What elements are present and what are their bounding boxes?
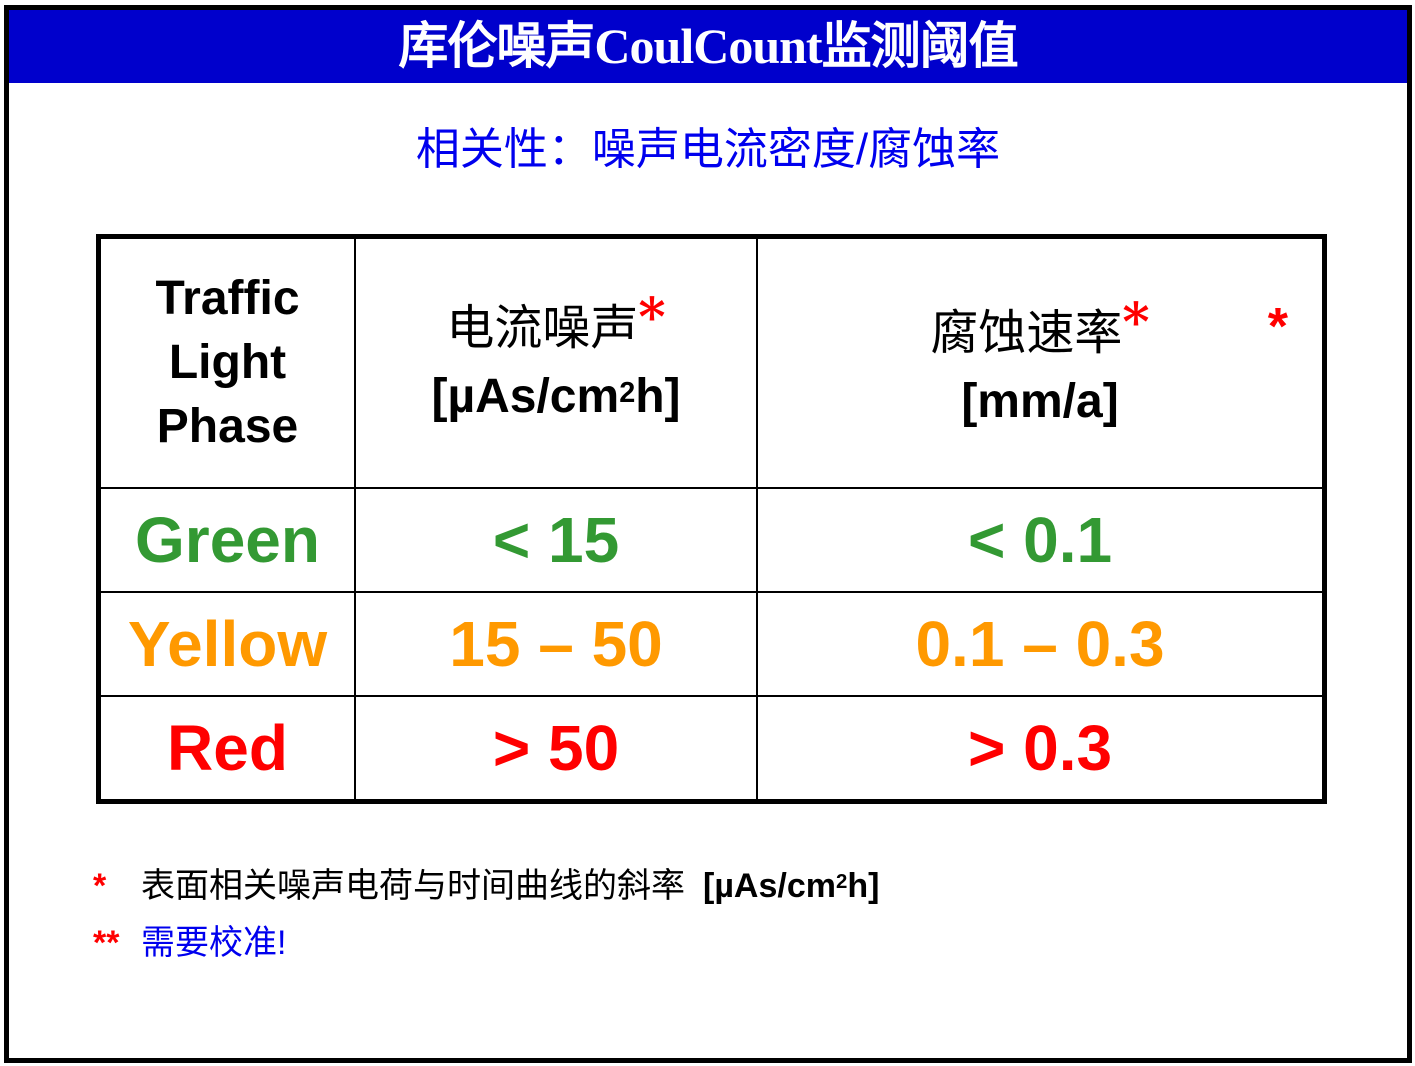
corrosion-threshold-yellow: 0.1 – 0.3 [756,591,1326,697]
header-corrosion-rate: 腐蚀速率* [mm/a] * [756,235,1326,489]
noise-threshold-yellow: 15 – 50 [354,591,758,697]
corrosion-threshold-red: > 0.3 [756,695,1326,803]
phase-green: Green [97,487,356,593]
footnote-2-text: 需要校准! [141,924,287,962]
noise-threshold-green: < 15 [354,487,758,593]
header-line: Light [168,336,287,389]
footnote-2: ** 需要校准! [93,920,286,966]
table-row-yellow: Yellow 15 – 50 0.1 – 0.3 [97,591,1326,697]
slide-subtitle: 相关性：噪声电流密度/腐蚀率 [415,125,1001,174]
table-row-green: Green < 15 < 0.1 [97,487,1326,593]
footnote-1-unit: [µAs/cm2h] [703,867,880,905]
footnote-marker: * [1122,292,1150,353]
slide-frame: 库伦噪声CoulCount监测阈值 相关性：噪声电流密度/腐蚀率 Traffic… [4,5,1412,1063]
footnote-1-text: 表面相关噪声电荷与时间曲线的斜率 [141,867,685,905]
table-row-red: Red > 50 > 0.3 [97,695,1326,803]
footnote-2-marker: ** [93,924,120,962]
corrosion-threshold-green: < 0.1 [756,487,1326,593]
noise-threshold-red: > 50 [354,695,758,803]
header-current-noise: 电流噪声* [µAs/cm2h] [354,235,758,489]
header-traffic-light-phase: Traffic Light Phase [97,235,356,489]
header-line: Traffic [155,272,300,325]
header-current-noise-unit: [µAs/cm2h] [431,370,681,423]
threshold-table: Traffic Light Phase 电流噪声* [µAs/cm2h] 腐蚀速… [96,234,1327,804]
header-corrosion-rate-label: 腐蚀速率 [930,305,1123,361]
table-header-row: Traffic Light Phase 电流噪声* [µAs/cm2h] 腐蚀速… [97,235,1326,489]
footnote-marker: * [638,287,666,348]
header-current-noise-label: 电流噪声 [446,300,639,356]
footnote-1: * 表面相关噪声电荷与时间曲线的斜率 [µAs/cm2h] [93,863,879,909]
header-corrosion-rate-unit: [mm/a] [961,375,1119,428]
phase-yellow: Yellow [97,591,356,697]
phase-red: Red [97,695,356,803]
footnote-marker-extra: * [1267,298,1288,356]
slide-title: 库伦噪声CoulCount监测阈值 [9,10,1407,83]
header-line: Phase [156,400,299,453]
footnote-1-marker: * [93,867,107,905]
